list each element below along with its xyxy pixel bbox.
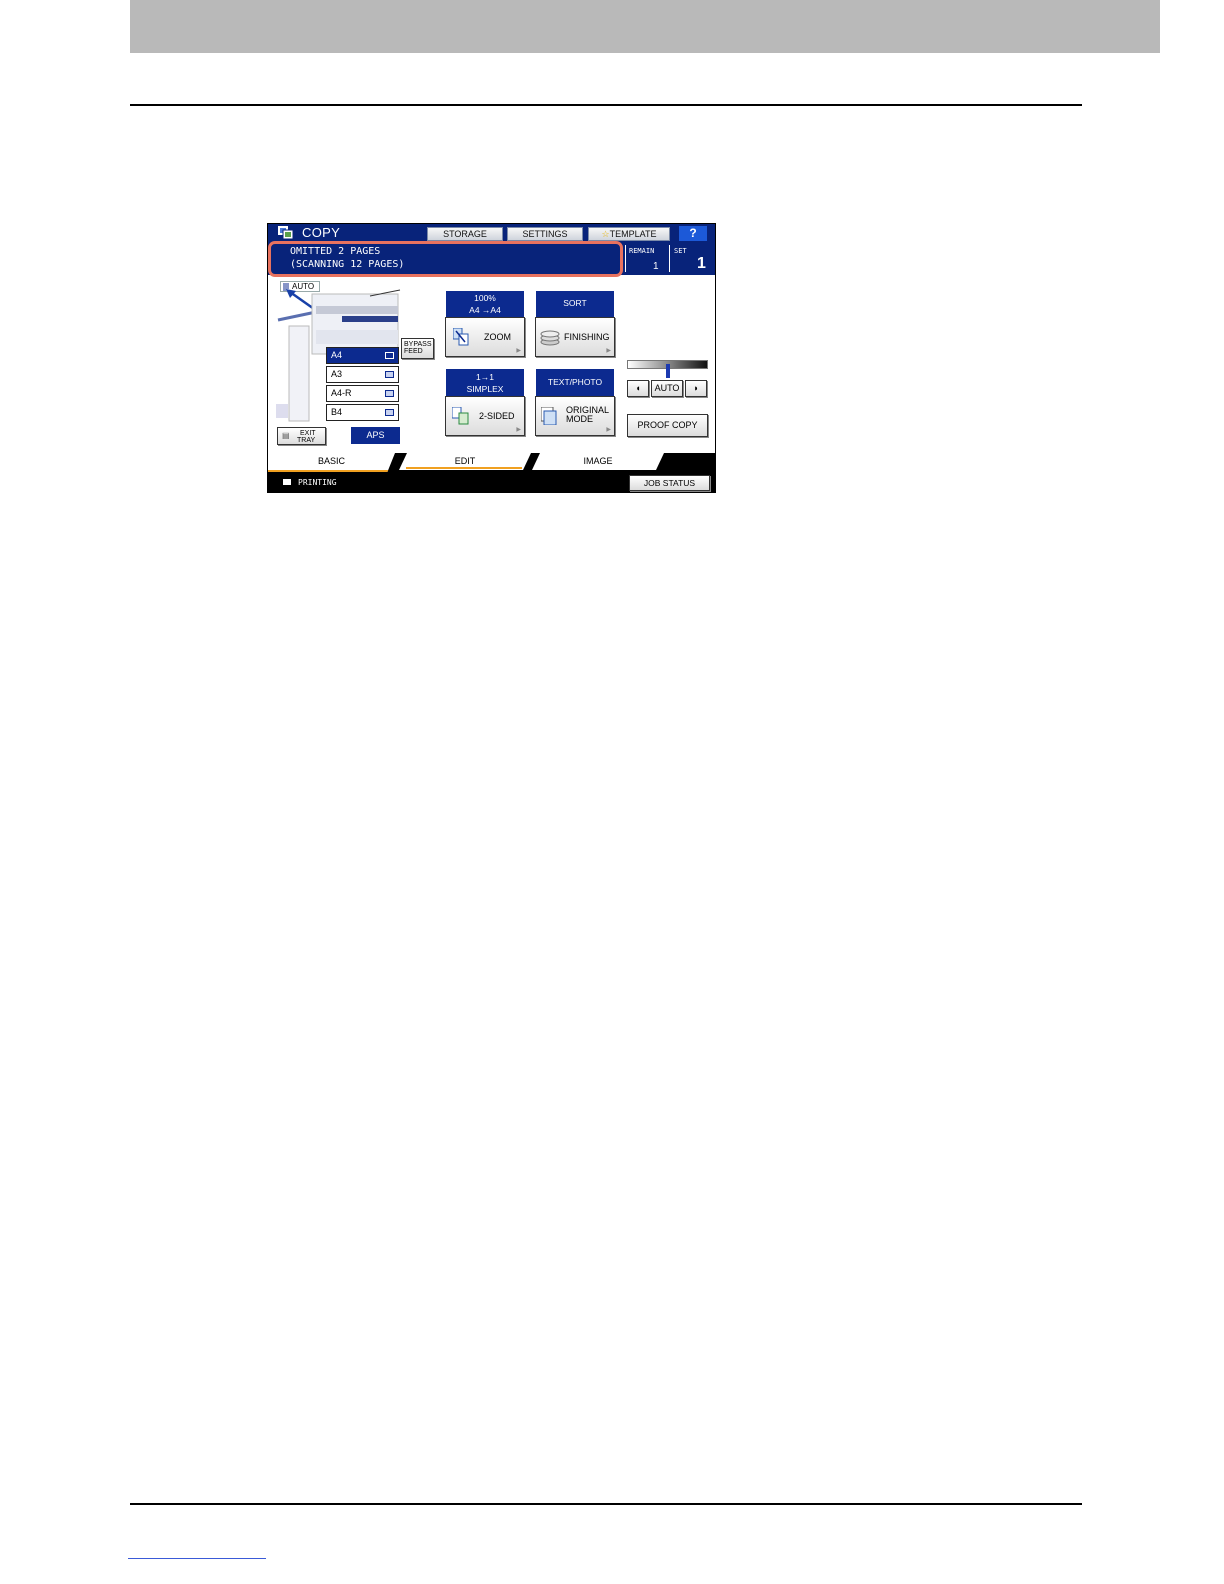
arrow-right-icon: ▶ (516, 427, 521, 433)
original-mode-status: TEXT/PHOTO (536, 369, 614, 396)
original-mode-icon (541, 407, 557, 425)
finishing-status: SORT (536, 291, 614, 317)
tab-basic[interactable]: BASIC (268, 453, 395, 473)
tab-image[interactable]: IMAGE (532, 453, 664, 470)
copy-mode-icon (278, 226, 294, 239)
zoom-status: 100% A4 →A4 (446, 291, 524, 317)
2-sided-label: 2-SIDED (479, 411, 515, 421)
proof-copy-button[interactable]: PROOF COPY (627, 414, 708, 437)
paper-tray-a4[interactable]: A4 (326, 347, 399, 364)
job-status-label: JOB STATUS (643, 478, 696, 488)
exit-tray-line2: TRAY (297, 437, 316, 444)
paper-tray-b4[interactable]: B4 (326, 404, 399, 421)
paper-tray-a4r[interactable]: A4-R (326, 385, 399, 402)
exit-tray-line1: EXIT (300, 430, 316, 437)
density-marker[interactable] (665, 364, 670, 378)
set-value: 1 (697, 255, 706, 272)
zoom-label: ZOOM (484, 332, 511, 342)
storage-label: STORAGE (443, 229, 487, 239)
printer-status-icon (283, 479, 291, 485)
top-rule (130, 104, 1082, 106)
paper-tray-label: A4 (331, 350, 343, 360)
half-circle-dark-icon: ◗ (693, 383, 699, 393)
tab-basic-label: BASIC (317, 456, 345, 466)
original-mode-line2: MODE (566, 414, 593, 424)
zoom-sizes: A4 →A4 (469, 305, 501, 315)
settings-button[interactable]: SETTINGS (507, 227, 583, 241)
set-label: SET (674, 247, 687, 255)
arrow-right-icon: ▶ (606, 427, 611, 433)
template-button[interactable]: ☆TEMPLATE (588, 227, 670, 241)
mode-title: COPY (302, 225, 341, 240)
bottom-rule (130, 1503, 1082, 1505)
tab-image-label: IMAGE (583, 456, 613, 466)
status-text: PRINTING (298, 478, 337, 487)
half-circle-light-icon: ◖ (635, 383, 641, 393)
arrow-right-icon: ▶ (606, 348, 611, 354)
paper-tray-label: B4 (331, 407, 343, 417)
arrow-right-icon: ▶ (516, 348, 521, 354)
original-mode-button[interactable]: ORIGINAL MODE ▶ (535, 396, 615, 436)
set-separator (669, 245, 670, 272)
zoom-button[interactable]: ZOOM ▶ (445, 317, 525, 357)
settings-label: SETTINGS (522, 229, 568, 239)
finishing-icon (540, 330, 560, 346)
duplex-name: SIMPLEX (466, 384, 504, 394)
density-darker-button[interactable]: ◗ (685, 380, 707, 397)
tray-icon (385, 390, 394, 397)
page-header-bar (130, 0, 1160, 53)
duplex-mode: 1→1 (476, 372, 494, 382)
duplex-status: 1→1 SIMPLEX (446, 369, 524, 396)
zoom-icon (453, 328, 469, 346)
copier-touch-panel: COPY STORAGE SETTINGS ☆TEMPLATE ? OMITTE… (267, 223, 716, 493)
density-auto-button[interactable]: AUTO (651, 380, 683, 397)
finishing-label: FINISHING (564, 332, 610, 342)
bypass-feed-line2: FEED (404, 348, 423, 355)
job-status-button[interactable]: JOB STATUS (629, 475, 710, 491)
star-icon: ☆ (601, 229, 610, 239)
tray-icon (385, 409, 394, 416)
message-highlight-frame (268, 241, 623, 277)
tray-icon (385, 371, 394, 378)
2-sided-icon (452, 407, 469, 425)
tab-edit-underline (406, 467, 522, 469)
footer-link-underline (128, 1558, 266, 1559)
remain-label: REMAIN (629, 247, 655, 255)
exit-tray-icon: ▤ (282, 431, 290, 440)
bypass-feed-line1: BYPASS (404, 341, 432, 348)
template-label: TEMPLATE (609, 229, 657, 239)
finishing-button[interactable]: FINISHING ▶ (535, 317, 615, 357)
exit-tray-button[interactable]: ▤ EXIT TRAY (277, 427, 326, 445)
tab-edit-label: EDIT (454, 456, 476, 466)
paper-tray-a3[interactable]: A3 (326, 366, 399, 383)
density-lighter-button[interactable]: ◖ (627, 380, 649, 397)
paper-tray-label: A4-R (331, 388, 352, 398)
help-button[interactable]: ? (679, 226, 707, 241)
bypass-feed-button[interactable]: BYPASS FEED (401, 338, 434, 359)
remain-separator (625, 245, 626, 272)
remain-value: 1 (653, 261, 659, 272)
aps-button[interactable]: APS (351, 427, 400, 444)
zoom-ratio: 100% (474, 293, 496, 303)
paper-tray-label: A3 (331, 369, 343, 379)
storage-button[interactable]: STORAGE (427, 227, 503, 241)
2-sided-button[interactable]: 2-SIDED ▶ (445, 396, 525, 436)
tray-icon (385, 352, 394, 359)
original-mode-label: ORIGINAL MODE (566, 406, 609, 424)
